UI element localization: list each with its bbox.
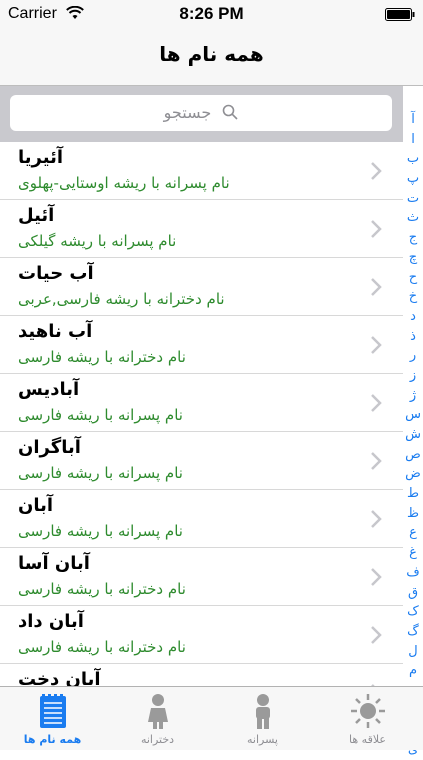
index-letter[interactable]: گ (403, 622, 423, 642)
index-letter[interactable]: ت (403, 189, 423, 209)
index-letter[interactable]: ف (403, 563, 423, 583)
name-description: نام دخترانه با ریشه فارسی (18, 580, 186, 598)
index-letter[interactable]: س (403, 405, 423, 425)
search-placeholder: جستجو (163, 103, 212, 122)
name-title: آبان آسا (18, 553, 90, 574)
list-item[interactable]: آئیل نام پسرانه با ریشه گیلکی (0, 200, 403, 258)
battery-icon (385, 8, 415, 21)
tab-bar: همه نام ها دخترانه پسرانه علاقه ها (0, 686, 423, 750)
page-title: همه نام ها (159, 42, 264, 66)
sun-icon (351, 694, 385, 728)
name-title: آئیل (18, 205, 55, 226)
index-letter[interactable]: ذ (403, 327, 423, 347)
index-letter[interactable]: ج (403, 228, 423, 248)
chevron-right-icon (371, 568, 382, 586)
name-title: آب حیات (18, 263, 94, 284)
list-item[interactable]: آبان آسا نام دخترانه با ریشه فارسی (0, 548, 403, 606)
status-bar: Carrier 8:26 PM (0, 0, 423, 30)
name-description: نام پسرانه با ریشه فارسی (18, 522, 183, 540)
tab-label: علاقه ها (349, 733, 386, 746)
index-letter[interactable]: ب (403, 149, 423, 169)
index-letter[interactable]: ز (403, 366, 423, 386)
tab-favorites[interactable]: علاقه ها (315, 687, 420, 751)
list-item[interactable]: آبان داد نام دخترانه با ریشه فارسی (0, 606, 403, 664)
index-letter[interactable]: ع (403, 523, 423, 543)
search-icon (223, 104, 238, 120)
name-description: نام دخترانه با ریشه فارسی (18, 348, 186, 366)
index-letter[interactable]: غ (403, 543, 423, 563)
chevron-right-icon (371, 278, 382, 296)
name-description: نام پسرانه با ریشه اوستایی-پهلوی (18, 174, 230, 192)
index-letter[interactable]: ق (403, 583, 423, 603)
chevron-right-icon (371, 626, 382, 644)
clock: 8:26 PM (179, 4, 244, 23)
index-letter[interactable]: خ (403, 287, 423, 307)
names-list[interactable]: آئیریا نام پسرانه با ریشه اوستایی-پهلوی آئ… (0, 142, 403, 686)
navigation-bar: همه نام ها (0, 30, 423, 86)
name-description: نام پسرانه با ریشه گیلکی (18, 232, 177, 250)
tab-label: دخترانه (140, 733, 175, 746)
list-item[interactable]: آب حیات نام دخترانه با ریشه فارسی,عربی (0, 258, 403, 316)
index-letter[interactable]: ث (403, 208, 423, 228)
search-bar: جستجو (0, 86, 403, 142)
tab-girls[interactable]: دخترانه (105, 687, 210, 751)
girl-icon (148, 694, 168, 729)
chevron-right-icon (371, 162, 382, 180)
index-letter[interactable]: د (403, 307, 423, 327)
tab-label: همه نام ها (23, 733, 82, 746)
index-letter[interactable]: آ (403, 110, 423, 130)
index-letter[interactable]: ض (403, 464, 423, 484)
index-letter[interactable]: م (403, 661, 423, 681)
list-item[interactable]: آئیریا نام پسرانه با ریشه اوستایی-پهلوی (0, 142, 403, 200)
list-item[interactable]: آباگران نام پسرانه با ریشه فارسی (0, 432, 403, 490)
index-letter[interactable]: ط (403, 484, 423, 504)
index-letter[interactable]: ص (403, 445, 423, 465)
name-title: آبادیس (18, 379, 80, 400)
name-title: آباگران (18, 437, 81, 458)
index-letter[interactable]: ش (403, 425, 423, 445)
index-letter[interactable]: ح (403, 268, 423, 288)
index-letter[interactable]: چ (403, 248, 423, 268)
name-title: آئیریا (18, 147, 63, 168)
section-index[interactable]: آابپتثجچحخدذرزژسشصضطظعغفقکگلمنوهی (403, 110, 423, 757)
list-item[interactable]: آبادیس نام پسرانه با ریشه فارسی (0, 374, 403, 432)
chevron-right-icon (371, 394, 382, 412)
search-input[interactable]: جستجو (10, 95, 392, 131)
name-title: آب ناهید (18, 321, 93, 342)
chevron-right-icon (371, 452, 382, 470)
name-description: نام دخترانه با ریشه فارسی (18, 638, 186, 656)
name-title: آبان داد (18, 611, 84, 632)
index-letter[interactable]: پ (403, 169, 423, 189)
index-letter[interactable]: ژ (403, 386, 423, 406)
list-icon (40, 694, 66, 728)
index-letter[interactable]: ک (403, 602, 423, 622)
name-title: آبان (18, 495, 54, 516)
name-title: آبان دخت (18, 669, 101, 686)
chevron-right-icon (371, 510, 382, 528)
list-item[interactable]: آبان دختنام دخترانه با ریشه فارسی (0, 664, 403, 686)
boy-icon (256, 694, 270, 729)
index-letter[interactable]: ل (403, 642, 423, 662)
chevron-right-icon (371, 336, 382, 354)
name-description: نام پسرانه با ریشه فارسی (18, 406, 183, 424)
chevron-right-icon (371, 220, 382, 238)
name-description: نام پسرانه با ریشه فارسی (18, 464, 183, 482)
tab-all-names[interactable]: همه نام ها (0, 687, 105, 751)
tab-boys[interactable]: پسرانه (210, 687, 315, 751)
index-letter[interactable]: ر (403, 346, 423, 366)
list-item[interactable]: آبان نام پسرانه با ریشه فارسی (0, 490, 403, 548)
list-item[interactable]: آب ناهید نام دخترانه با ریشه فارسی (0, 316, 403, 374)
index-letter[interactable]: ا (403, 130, 423, 150)
index-letter[interactable]: ظ (403, 504, 423, 524)
name-description: نام دخترانه با ریشه فارسی,عربی (18, 290, 225, 308)
tab-label: پسرانه (247, 733, 278, 746)
